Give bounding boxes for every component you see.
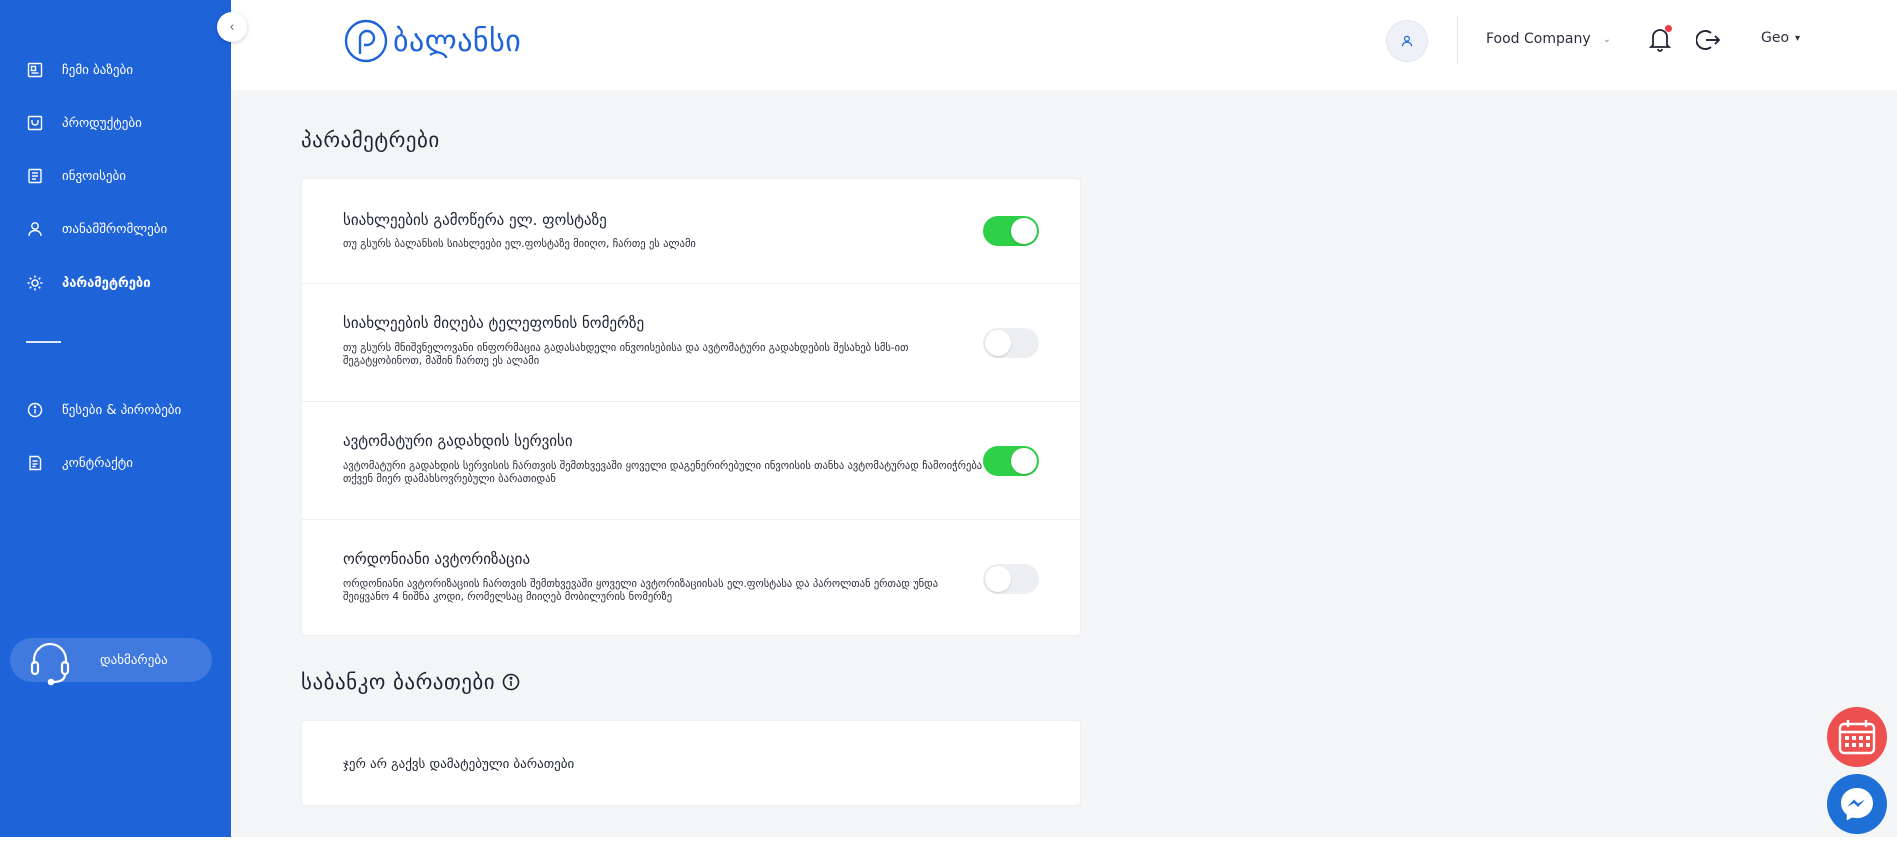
bottom-strip <box>0 837 1897 849</box>
balance-logo-icon <box>344 19 388 63</box>
sidebar-item-my-databases[interactable]: ჩემი ბაზები <box>25 58 133 82</box>
help-label: დახმარება <box>100 652 168 668</box>
top-header: ბალანსი Food Company ⌄ Geo ▾ <box>231 0 1897 90</box>
headset-icon <box>26 638 74 686</box>
sidebar-item-products[interactable]: პროდუქტები <box>25 111 142 135</box>
sidebar-item-label: ინვოისები <box>62 168 126 184</box>
setting-row-email-news: სიახლეების გამოწერა ელ. ფოსტაზე თუ გსურს… <box>302 179 1080 284</box>
sms-news-toggle[interactable] <box>983 328 1039 358</box>
settings-card: სიახლეების გამოწერა ელ. ფოსტაზე თუ გსურს… <box>301 178 1081 636</box>
setting-description: თუ გსურს ბალანსის სიახლეები ელ.ფოსტაზე მ… <box>343 238 696 250</box>
setting-row-autopay: ავტომატური გადახდის სერვისი ავტომატური გ… <box>302 402 1080 520</box>
header-separator <box>1457 16 1458 64</box>
settings-title: პარამეტრები <box>301 128 440 152</box>
toggle-knob <box>985 566 1011 592</box>
setting-description: ავტომატური გადახდის სერვისის ჩართვის შემ… <box>343 460 983 485</box>
two-factor-toggle[interactable] <box>983 564 1039 594</box>
setting-title: ორდონიანი ავტორიზაცია <box>343 550 531 568</box>
messenger-icon <box>1841 788 1873 821</box>
setting-title: ავტომატური გადახდის სერვისი <box>343 432 573 450</box>
brand-logo[interactable]: ბალანსი <box>343 18 521 64</box>
bank-cards-empty-text: ჯერ არ გაქვს დამატებული ბარათები <box>343 757 575 772</box>
sidebar-divider <box>26 341 61 343</box>
email-news-toggle[interactable] <box>983 216 1039 246</box>
autopay-toggle[interactable] <box>983 446 1039 476</box>
language-selector[interactable]: Geo ▾ <box>1761 30 1800 46</box>
setting-title: სიახლეების მიღება ტელეფონის ნომერზე <box>343 314 645 332</box>
calendar-button[interactable] <box>1827 707 1887 767</box>
sidebar-item-label: პროდუქტები <box>62 115 142 131</box>
info-icon <box>25 400 45 420</box>
user-icon <box>1401 35 1413 47</box>
chevron-left-icon: ‹ <box>229 19 235 35</box>
sidebar-item-label: თანამშრომლები <box>62 221 168 237</box>
gear-icon <box>25 273 45 293</box>
language-label: Geo <box>1761 30 1790 46</box>
toggle-knob <box>985 330 1011 356</box>
sidebar: ჩემი ბაზები პროდუქტები ინვოისები თანამშრ… <box>0 0 231 837</box>
toggle-knob <box>1011 218 1037 244</box>
messenger-button[interactable] <box>1827 774 1887 834</box>
sidebar-item-label: კონტრაქტი <box>62 455 133 471</box>
company-selector[interactable]: Food Company ⌄ <box>1486 31 1611 47</box>
setting-description: ორდონიანი ავტორიზაციის ჩართვის შემთხვევა… <box>343 578 939 603</box>
sidebar-collapse-button[interactable]: ‹ <box>217 12 247 42</box>
bank-cards-title: საბანკო ბარათები <box>301 670 496 694</box>
sidebar-item-invoices[interactable]: ინვოისები <box>25 164 126 188</box>
sidebar-item-employees[interactable]: თანამშრომლები <box>25 217 167 241</box>
contract-icon <box>25 453 45 473</box>
help-button[interactable]: დახმარება <box>10 638 212 686</box>
chevron-down-icon: ▾ <box>1795 32 1801 44</box>
sidebar-item-terms[interactable]: წესები & პირობები <box>25 398 181 422</box>
product-icon <box>25 113 45 133</box>
calendar-icon <box>1838 720 1876 755</box>
sidebar-item-contract[interactable]: კონტრაქტი <box>25 451 133 475</box>
setting-description: თუ გსურს მნიშვნელოვანი ინფორმაცია გადასა… <box>343 342 909 367</box>
setting-title: სიახლეების გამოწერა ელ. ფოსტაზე <box>343 211 607 229</box>
avatar[interactable] <box>1386 20 1428 62</box>
setting-row-sms-news: სიახლეების მიღება ტელეფონის ნომერზე თუ გ… <box>302 284 1080 402</box>
bank-cards-card: ჯერ არ გაქვს დამატებული ბარათები <box>301 720 1081 806</box>
info-icon[interactable] <box>502 673 520 691</box>
setting-row-two-factor: ორდონიანი ავტორიზაცია ორდონიანი ავტორიზა… <box>302 520 1080 637</box>
logout-icon[interactable] <box>1696 28 1722 52</box>
sidebar-item-label: ჩემი ბაზები <box>62 62 133 78</box>
sidebar-item-label: წესები & პირობები <box>62 402 182 418</box>
sidebar-item-label: პარამეტრები <box>62 275 151 291</box>
invoice-icon <box>25 166 45 186</box>
user-icon <box>25 219 45 239</box>
chevron-down-icon: ⌄ <box>1602 33 1612 45</box>
sidebar-item-settings[interactable]: პარამეტრები <box>25 271 151 295</box>
brand-name: ბალანსი <box>393 23 522 59</box>
company-name: Food Company <box>1486 31 1591 47</box>
toggle-knob <box>1011 448 1037 474</box>
notification-dot <box>1665 25 1672 32</box>
database-icon <box>25 60 45 80</box>
